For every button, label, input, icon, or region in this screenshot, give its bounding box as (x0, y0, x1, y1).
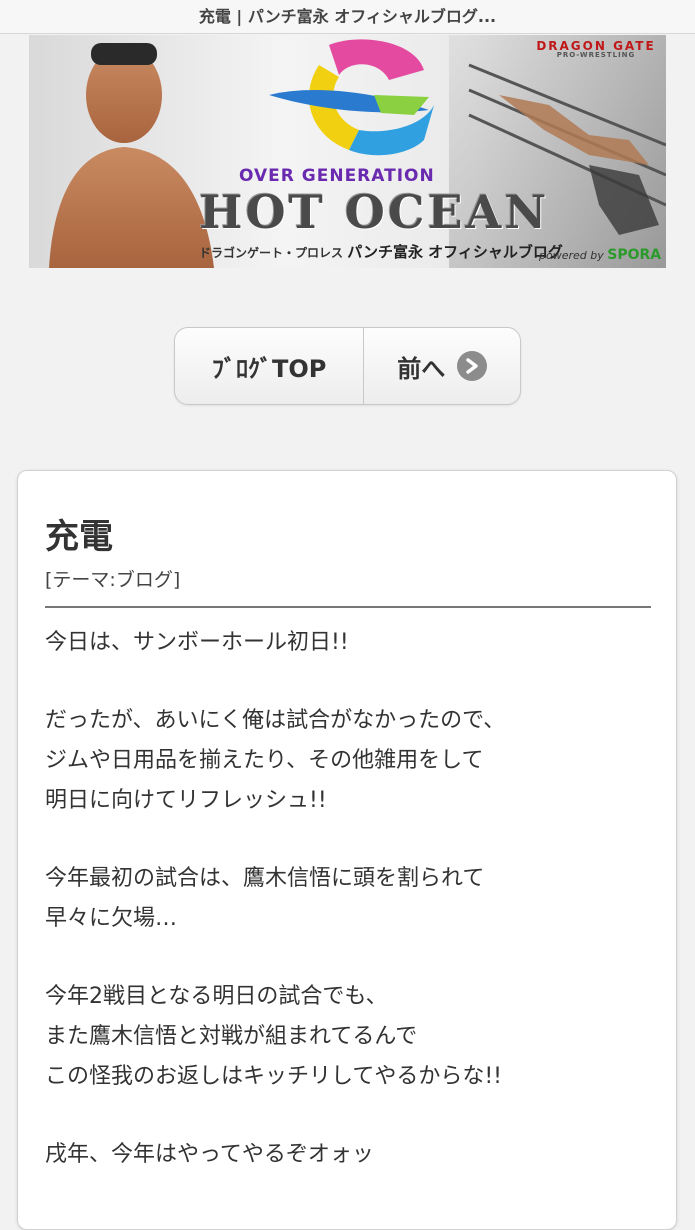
post-line: この怪我のお返しはキッチリしてやるからな!! (45, 1064, 502, 1089)
post-paragraph: 今日は、サンボーホール初日!! (45, 623, 655, 663)
wrestler-torso (49, 147, 214, 268)
page-title-bar: 充電 | パンチ富永 オフィシャルブログ... (0, 0, 695, 34)
post-title: 充電 (45, 517, 113, 557)
logo-title: HOT OCEAN (199, 185, 550, 239)
blog-post-card: 充電 [テーマ:ブログ] 今日は、サンボーホール初日!! だったが、あいにく俺は試… (17, 470, 677, 1230)
logo-subtitle: OVER GENERATION (239, 166, 435, 186)
post-paragraph: 今年最初の試合は、鷹木信悟に頭を割られて 早々に欠場… (45, 859, 655, 939)
chevron-right-icon (457, 351, 488, 381)
blog-navigation: ﾌﾞﾛｸﾞTOP 前へ (174, 327, 521, 405)
title-divider (45, 606, 651, 608)
post-line: 早々に欠場… (45, 906, 178, 931)
dragon-gate-logo: DRAGON GATE PRO-WRESTLING (532, 39, 660, 65)
previous-label: 前へ (397, 354, 446, 383)
spora-brand: SPORA (607, 247, 662, 263)
post-paragraph: 戌年、今年はやってやるぞオォッ (45, 1135, 655, 1175)
post-line: ジムや日用品を揃えたり、その他雑用をして (45, 748, 484, 773)
post-line: 今年2戦目となる明日の試合でも、 (45, 984, 388, 1009)
tagline-main: パンチ富永 オフィシャルブログ (347, 243, 563, 261)
post-paragraph: だったが、あいにく俺は試合がなかったので、 ジムや日用品を揃えたり、その他雑用をし… (45, 701, 655, 821)
previous-post-button[interactable]: 前へ (364, 328, 520, 404)
tagline-prefix: ドラゴンゲート・プロレス (199, 246, 344, 260)
blog-header-banner[interactable]: DRAGON GATE PRO-WRESTLING OVER GENERATIO… (29, 35, 666, 268)
post-line: また鷹木信悟と対戦が組まれてるんで (45, 1024, 418, 1049)
post-paragraph: 今年2戦目となる明日の試合でも、また鷹木信悟と対戦が組まれてるんでこの怪我のお返… (45, 977, 655, 1097)
post-body: 今日は、サンボーホール初日!! だったが、あいにく俺は試合がなかったので、 ジムや日… (45, 623, 655, 1213)
blog-top-button[interactable]: ﾌﾞﾛｸﾞTOP (175, 328, 365, 404)
post-line: 今日は、サンボーホール初日!! (45, 630, 349, 655)
page-title: 充電 | パンチ富永 オフィシャルブログ... (198, 7, 497, 26)
post-line: 戌年、今年はやってやるぞオォッ (45, 1142, 374, 1167)
blog-tagline: ドラゴンゲート・プロレス パンチ富永 オフィシャルブログ (199, 241, 563, 262)
powered-by-label: powered by (539, 249, 604, 262)
powered-by: powered by SPORA (539, 247, 661, 263)
post-line: 明日に向けてリフレッシュ!! (45, 788, 327, 813)
post-line: だったが、あいにく俺は試合がなかったので、 (45, 708, 506, 733)
post-line: 今年最初の試合は、鷹木信悟に頭を割られて (45, 866, 485, 891)
blog-top-label: ﾌﾞﾛｸﾞTOP (212, 354, 327, 383)
post-theme-link[interactable]: [テーマ:ブログ] (45, 565, 180, 592)
